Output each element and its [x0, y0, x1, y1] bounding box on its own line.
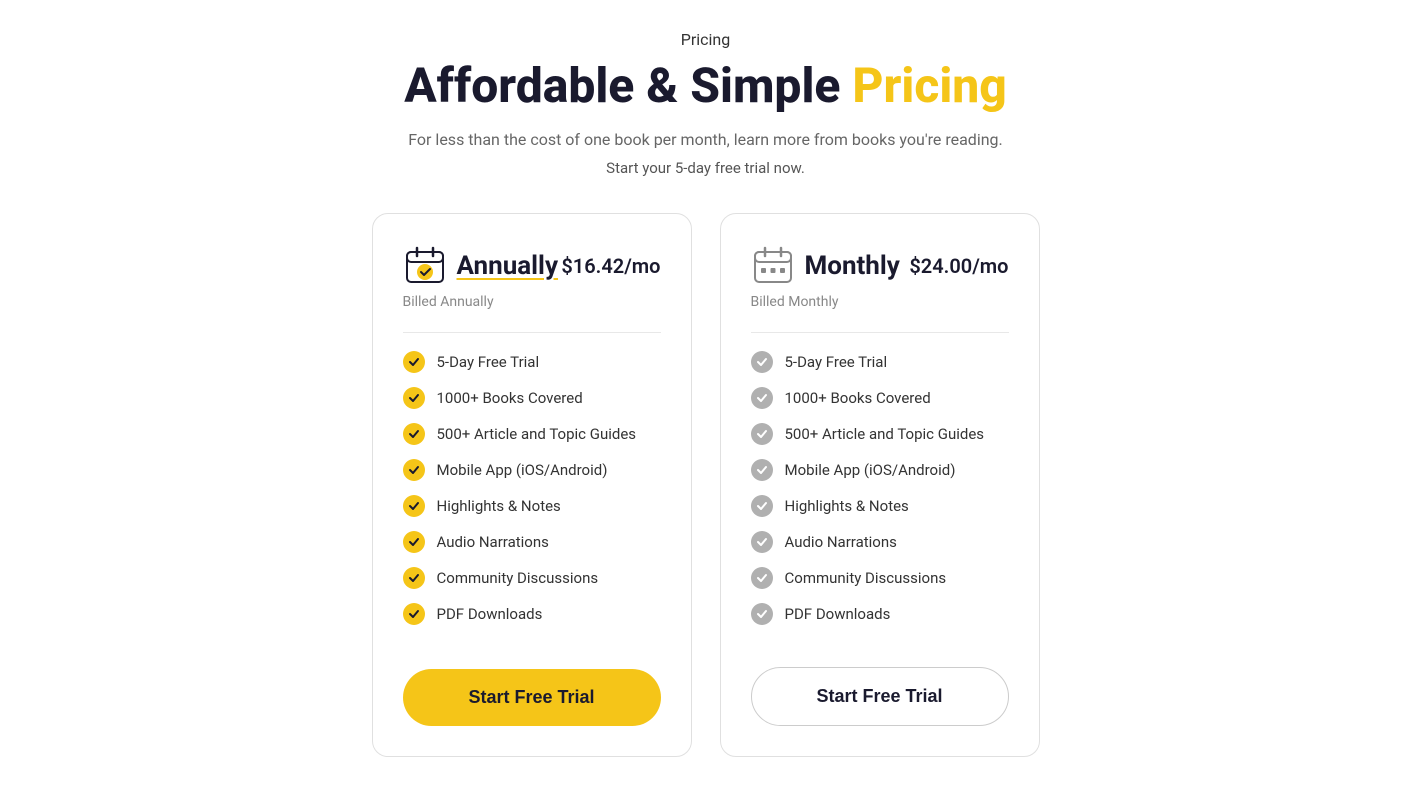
check-icon: [403, 459, 425, 481]
headline: Affordable & Simple Pricing: [404, 57, 1007, 114]
check-icon: [751, 567, 773, 589]
monthly-start-trial-button[interactable]: Start Free Trial: [751, 667, 1009, 726]
list-item: Highlights & Notes: [403, 495, 661, 517]
feature-text: Community Discussions: [785, 569, 947, 587]
annual-plan-card: Annually $16.42/mo Billed Annually 5-Day…: [372, 213, 692, 757]
annual-divider: [403, 332, 661, 333]
list-item: 1000+ Books Covered: [751, 387, 1009, 409]
feature-text: 500+ Article and Topic Guides: [437, 425, 637, 443]
list-item: PDF Downloads: [403, 603, 661, 625]
check-icon: [403, 387, 425, 409]
list-item: Mobile App (iOS/Android): [403, 459, 661, 481]
list-item: 5-Day Free Trial: [403, 351, 661, 373]
list-item: PDF Downloads: [751, 603, 1009, 625]
list-item: Community Discussions: [403, 567, 661, 589]
list-item: 500+ Article and Topic Guides: [751, 423, 1009, 445]
subtitle: For less than the cost of one book per m…: [408, 130, 1003, 149]
check-icon: [751, 603, 773, 625]
monthly-plan-title: Monthly: [805, 251, 900, 281]
check-icon: [751, 423, 773, 445]
trial-note: Start your 5-day free trial now.: [606, 159, 805, 177]
list-item: 500+ Article and Topic Guides: [403, 423, 661, 445]
feature-text: Audio Narrations: [785, 533, 897, 551]
monthly-features-list: 5-Day Free Trial 1000+ Books Covered 500…: [751, 351, 1009, 639]
list-item: 5-Day Free Trial: [751, 351, 1009, 373]
annual-calendar-icon: [403, 244, 447, 288]
feature-text: Community Discussions: [437, 569, 599, 587]
feature-text: 5-Day Free Trial: [785, 353, 888, 371]
check-icon: [403, 423, 425, 445]
monthly-card-header: Monthly $24.00/mo: [751, 244, 1009, 288]
headline-accent: Pricing: [852, 57, 1006, 114]
list-item: Audio Narrations: [403, 531, 661, 553]
list-item: 1000+ Books Covered: [403, 387, 661, 409]
feature-text: Mobile App (iOS/Android): [785, 461, 956, 479]
list-item: Mobile App (iOS/Android): [751, 459, 1009, 481]
feature-text: PDF Downloads: [437, 605, 543, 623]
section-label: Pricing: [681, 30, 731, 49]
check-icon: [403, 603, 425, 625]
feature-text: Audio Narrations: [437, 533, 549, 551]
monthly-billing-label: Billed Monthly: [751, 294, 1009, 310]
annual-card-header: Annually $16.42/mo: [403, 244, 661, 288]
check-icon: [751, 387, 773, 409]
feature-text: 1000+ Books Covered: [785, 389, 931, 407]
annual-plan-title: Annually: [457, 251, 559, 281]
annual-start-trial-button[interactable]: Start Free Trial: [403, 669, 661, 726]
check-icon: [751, 459, 773, 481]
list-item: Community Discussions: [751, 567, 1009, 589]
annual-plan-price: $16.42/mo: [561, 254, 660, 278]
feature-text: Highlights & Notes: [437, 497, 561, 515]
feature-text: PDF Downloads: [785, 605, 891, 623]
feature-text: 500+ Article and Topic Guides: [785, 425, 985, 443]
check-icon: [403, 351, 425, 373]
page-wrapper: Pricing Affordable & Simple Pricing For …: [20, 30, 1391, 757]
feature-text: Mobile App (iOS/Android): [437, 461, 608, 479]
list-item: Highlights & Notes: [751, 495, 1009, 517]
monthly-calendar-icon: [751, 244, 795, 288]
monthly-divider: [751, 332, 1009, 333]
monthly-plan-price: $24.00/mo: [909, 254, 1008, 278]
annual-features-list: 5-Day Free Trial 1000+ Books Covered 500…: [403, 351, 661, 641]
check-icon: [751, 351, 773, 373]
check-icon: [403, 567, 425, 589]
headline-text: Affordable & Simple: [404, 57, 852, 114]
feature-text: 5-Day Free Trial: [437, 353, 540, 371]
check-icon: [751, 495, 773, 517]
list-item: Audio Narrations: [751, 531, 1009, 553]
feature-text: Highlights & Notes: [785, 497, 909, 515]
annual-billing-label: Billed Annually: [403, 294, 661, 310]
check-icon: [403, 531, 425, 553]
cards-container: Annually $16.42/mo Billed Annually 5-Day…: [326, 213, 1086, 757]
check-icon: [751, 531, 773, 553]
feature-text: 1000+ Books Covered: [437, 389, 583, 407]
check-icon: [403, 495, 425, 517]
monthly-plan-card: Monthly $24.00/mo Billed Monthly 5-Day F…: [720, 213, 1040, 757]
